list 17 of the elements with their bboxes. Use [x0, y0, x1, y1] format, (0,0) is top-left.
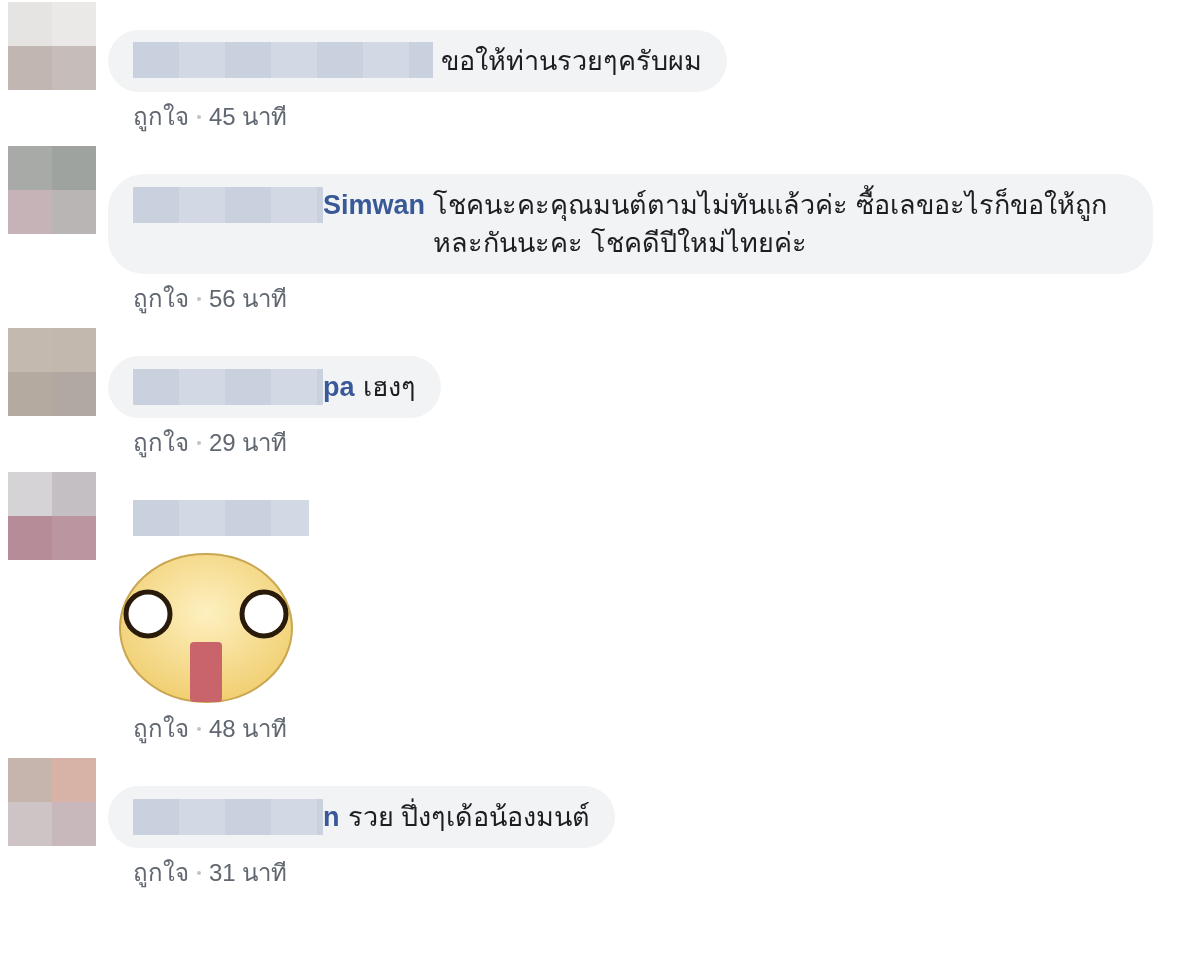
like-link[interactable]: ถูกใจ [133, 858, 189, 888]
timestamp: 45 นาที [209, 102, 288, 132]
timestamp: 48 นาที [209, 714, 288, 744]
timestamp: 56 นาที [209, 284, 288, 314]
comment-text: โชคนะคะคุณมนต์ตามไม่ทันแล้วค่ะ ซื้อเลขอะไรก็ขอให้ถูกหละกันนะคะ โชคดีปีใหม่ไทยค่ะ [433, 186, 1128, 262]
comment-text: ขอให้ท่านรวยๆครับผม [441, 45, 702, 78]
like-link[interactable]: ถูกใจ [133, 714, 189, 744]
like-link[interactable]: ถูกใจ [133, 102, 189, 132]
commenter-name[interactable]: pa [323, 368, 355, 406]
timestamp: 29 นาที [209, 428, 288, 458]
commenter-name[interactable]: n [323, 798, 340, 836]
like-link[interactable]: ถูกใจ [133, 428, 189, 458]
like-link[interactable]: ถูกใจ [133, 284, 189, 314]
comment-text: รวย ปึ่งๆเด้อน้องมนต์ [347, 798, 590, 836]
comment-text: เฮงๆ [362, 371, 416, 404]
timestamp: 31 นาที [209, 858, 288, 888]
commenter-name[interactable]: Simwan [323, 186, 426, 224]
